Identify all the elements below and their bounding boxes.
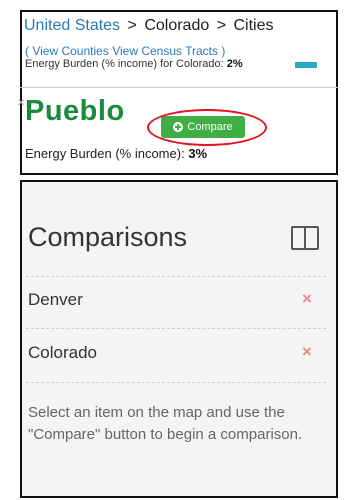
remove-denver-icon[interactable]: × bbox=[302, 289, 312, 309]
breadcrumb-country-link[interactable]: United States bbox=[24, 17, 120, 34]
comparisons-title: Comparisons bbox=[28, 222, 188, 252]
breadcrumb-level: Cities bbox=[233, 17, 274, 34]
comparison-item-colorado[interactable]: Colorado bbox=[28, 343, 97, 363]
selected-city-name: Pueblo bbox=[25, 95, 125, 127]
view-census-tracts-link[interactable]: View Census Tracts bbox=[112, 44, 218, 58]
sublinks-close-paren: ) bbox=[221, 44, 226, 58]
breadcrumb-separator: > bbox=[216, 17, 227, 34]
state-burden-summary: Energy Burden (% income) for Colorado: 2… bbox=[25, 58, 243, 70]
city-burden-summary: Energy Burden (% income): 3% bbox=[25, 146, 207, 161]
breadcrumb: United States > Colorado > Cities bbox=[24, 17, 274, 35]
breadcrumb-state[interactable]: Colorado bbox=[144, 17, 209, 34]
state-burden-label: Energy Burden (% income) for Colorado: bbox=[25, 58, 224, 70]
annotation-highlight-ring bbox=[147, 109, 267, 146]
header-divider bbox=[20, 87, 338, 88]
state-burden-bar bbox=[295, 62, 317, 68]
state-burden-value: 2% bbox=[226, 58, 243, 70]
geography-sublinks: ( View Counties View Census Tracts ) bbox=[25, 44, 225, 58]
comparisons-help-text: Select an item on the map and use the "C… bbox=[28, 404, 303, 443]
remove-colorado-icon[interactable]: × bbox=[302, 342, 312, 362]
comparisons-divider bbox=[26, 328, 326, 329]
city-burden-label: Energy Burden (% income): bbox=[25, 146, 185, 161]
city-burden-value: 3% bbox=[188, 146, 208, 161]
comparisons-divider bbox=[26, 382, 326, 383]
columns-icon[interactable] bbox=[291, 226, 319, 250]
sublinks-open-paren: ( bbox=[25, 44, 29, 58]
comparisons-divider bbox=[26, 276, 326, 277]
close-selection-icon[interactable]: × bbox=[17, 94, 25, 110]
comparison-item-denver[interactable]: Denver bbox=[28, 290, 83, 310]
breadcrumb-separator: > bbox=[127, 17, 137, 34]
view-counties-link[interactable]: View Counties bbox=[32, 44, 109, 58]
